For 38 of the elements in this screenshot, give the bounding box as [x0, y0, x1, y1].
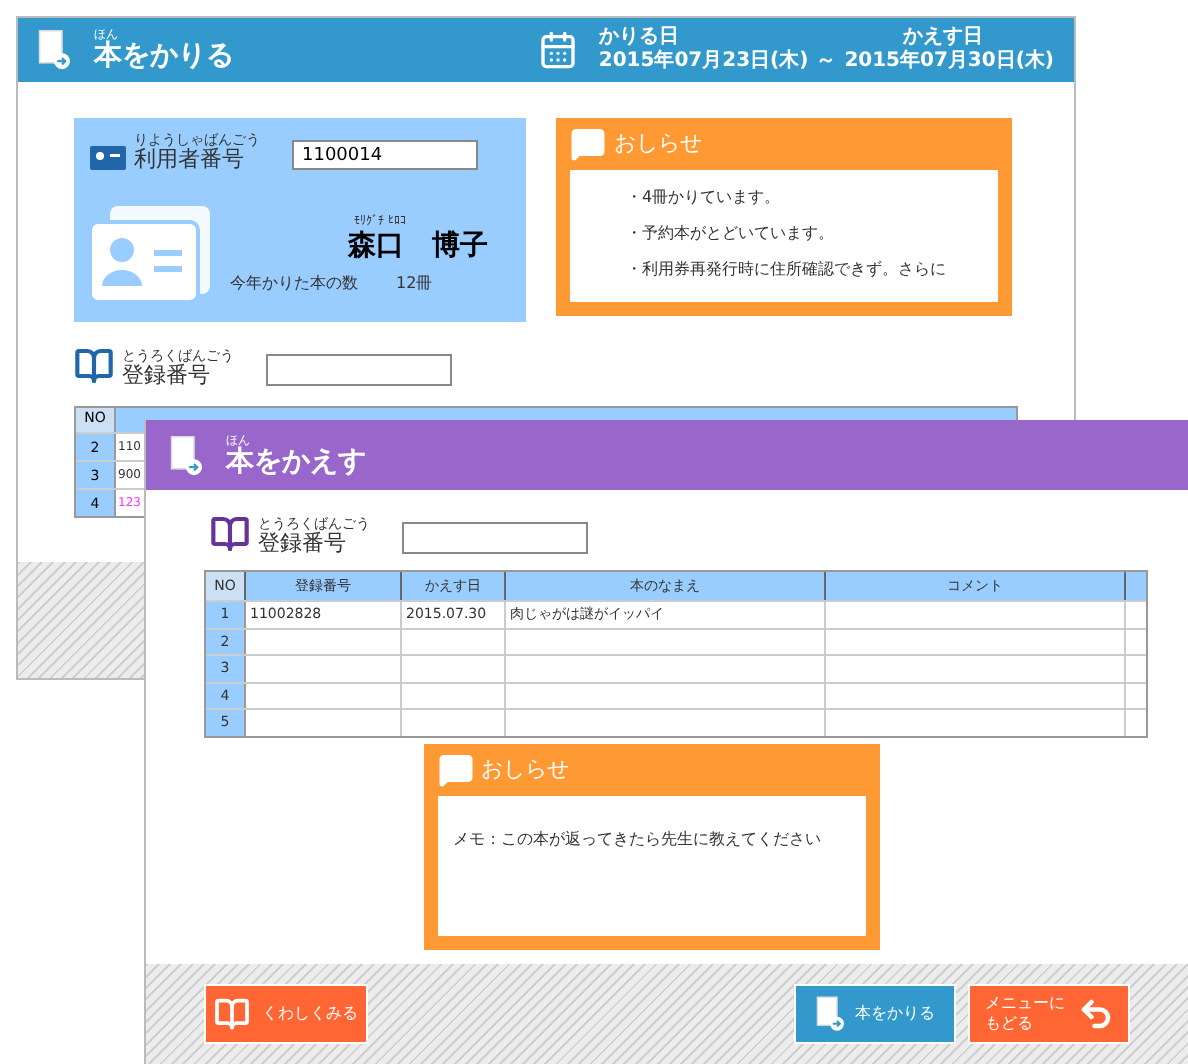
document-arrow-icon	[815, 993, 843, 1034]
calendar-icon	[538, 30, 579, 70]
date-label: かえす日	[902, 25, 983, 49]
button-label-line: もどる	[985, 1013, 1035, 1034]
speech-bubble-icon	[570, 126, 606, 162]
back-to-menu-button[interactable]: メニューに もどる	[968, 983, 1130, 1044]
borrow-button[interactable]: 本をかりる	[794, 983, 956, 1044]
speech-bubble-icon	[437, 751, 473, 788]
notice-item: ・利用券再発行時に住所確認できず。さらに	[626, 258, 948, 282]
user-number-field[interactable]: 1100014	[292, 140, 478, 170]
date-label: かりる日	[598, 25, 681, 49]
button-label-line: メニューに	[985, 993, 1065, 1014]
date-separator: ～	[816, 50, 837, 75]
id-card-icon	[90, 142, 126, 170]
user-name: 森口 博子	[348, 228, 488, 266]
notice-item: ・4冊かりています。	[626, 186, 783, 210]
document-arrow-icon	[170, 433, 202, 477]
notice-item: ・予約本がとどいています。	[626, 222, 836, 246]
book-icon	[210, 514, 250, 554]
return-arrow-icon	[1077, 995, 1113, 1032]
borrow-date: 2015年07月23日(木)	[598, 50, 809, 75]
count-label: 今年かりた本の数	[230, 272, 358, 296]
notice-title: おしらせ	[481, 753, 569, 786]
window-title: 本をかえす	[226, 447, 366, 475]
details-button[interactable]: くわしくみる	[204, 983, 368, 1044]
notice-title: おしらせ	[614, 127, 702, 160]
registration-number-field[interactable]	[266, 354, 452, 386]
notice-message: メモ：この本が返ってきたら先生に教えてください	[451, 827, 823, 852]
book-icon	[214, 995, 250, 1032]
field-label: 登録番号	[122, 364, 212, 386]
document-arrow-icon	[38, 28, 70, 72]
count-value: 12冊	[396, 272, 433, 296]
book-icon	[74, 346, 114, 386]
field-label: 登録番号	[258, 532, 348, 554]
registration-number-field[interactable]	[402, 522, 588, 554]
return-date: 2015年07月30日(木)	[844, 50, 1054, 75]
window-title: 本をかりる	[94, 42, 234, 70]
field-label: 利用者番号	[134, 148, 245, 170]
